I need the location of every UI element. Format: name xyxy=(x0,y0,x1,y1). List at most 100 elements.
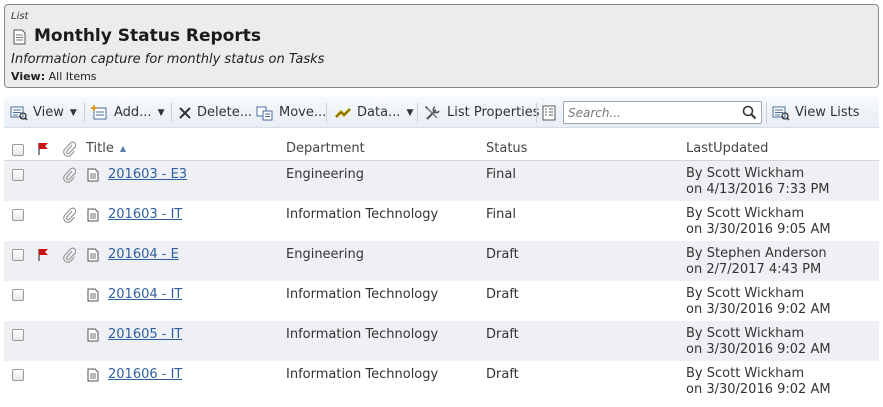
item-updated-on: on 3/30/2016 9:02 AM xyxy=(686,342,831,357)
table-row[interactable]: 201603 - E3 Engineering Final By Scott Wick… xyxy=(4,161,879,201)
item-status: Draft xyxy=(486,327,519,342)
table-row[interactable]: 201604 - E Engineering Draft By Stephen And… xyxy=(4,241,879,281)
column-header-last-updated[interactable]: LastUpdated xyxy=(686,141,768,156)
flag-icon[interactable] xyxy=(37,248,49,266)
column-header-title-label: Title xyxy=(86,141,114,156)
data-button[interactable]: Data... ▼ xyxy=(334,97,413,128)
current-view: View: All Items xyxy=(11,70,97,83)
item-updated-on: on 3/30/2016 9:02 AM xyxy=(686,382,831,397)
item-title-link[interactable]: 201603 - IT xyxy=(108,207,182,222)
toolbar-divider xyxy=(84,103,85,123)
view-value: All Items xyxy=(48,70,97,83)
item-status: Final xyxy=(486,167,516,182)
move-icon xyxy=(256,105,274,121)
document-icon xyxy=(87,328,99,346)
attachment-icon[interactable] xyxy=(62,247,77,267)
table-row[interactable]: 201606 - IT Information Technology Draft By… xyxy=(4,361,879,401)
flag-column-icon xyxy=(37,142,49,160)
item-status: Final xyxy=(486,207,516,222)
list-header: List Monthly Status Reports Information … xyxy=(4,4,879,88)
toolbar-divider xyxy=(417,103,418,123)
filter-list-button[interactable] xyxy=(541,97,557,128)
list-properties-label: List Properties xyxy=(447,105,540,120)
view-button-label: View xyxy=(33,105,64,120)
add-button-label: Add... xyxy=(114,105,152,120)
item-updated-on: on 3/30/2016 9:02 AM xyxy=(686,302,831,317)
item-updated-by: By Scott Wickham xyxy=(686,206,805,221)
data-button-label: Data... xyxy=(357,105,401,120)
add-button[interactable]: Add... ▼ xyxy=(91,97,165,128)
move-button[interactable]: Move... xyxy=(256,97,326,128)
item-last-updated: By Stephen Anderson on 2/7/2017 4:43 PM xyxy=(686,246,827,278)
document-icon xyxy=(87,288,99,306)
document-icon xyxy=(87,168,99,186)
delete-button-label: Delete... xyxy=(197,105,253,120)
add-icon xyxy=(91,104,109,121)
toolbar-divider xyxy=(171,103,172,123)
table-row[interactable]: 201605 - IT Information Technology Draft By… xyxy=(4,321,879,361)
view-lists-label: View Lists xyxy=(795,105,860,120)
row-checkbox[interactable] xyxy=(12,289,24,301)
item-updated-on: on 2/7/2017 4:43 PM xyxy=(686,262,822,277)
item-department: Information Technology xyxy=(286,287,439,302)
page-title: Monthly Status Reports xyxy=(34,26,261,46)
column-header-department[interactable]: Department xyxy=(286,141,365,156)
item-title-link[interactable]: 201605 - IT xyxy=(108,327,182,342)
table-body: 201603 - E3 Engineering Final By Scott Wick… xyxy=(4,161,879,401)
item-status: Draft xyxy=(486,287,519,302)
item-status: Draft xyxy=(486,367,519,382)
row-checkbox[interactable] xyxy=(12,369,24,381)
row-checkbox[interactable] xyxy=(12,169,24,181)
search-icon[interactable] xyxy=(742,105,757,124)
item-title-link[interactable]: 201604 - E xyxy=(108,247,179,262)
item-department: Information Technology xyxy=(286,367,439,382)
item-status: Draft xyxy=(486,247,519,262)
item-updated-by: By Scott Wickham xyxy=(686,326,805,341)
item-department: Engineering xyxy=(286,247,364,262)
list-description: Information capture for monthly status o… xyxy=(11,52,325,67)
item-title-link[interactable]: 201606 - IT xyxy=(108,367,182,382)
item-title-link[interactable]: 201603 - E3 xyxy=(108,167,187,182)
item-updated-by: By Scott Wickham xyxy=(686,366,805,381)
data-icon xyxy=(334,105,352,121)
toolbar-divider xyxy=(326,103,327,123)
toolbar-divider xyxy=(766,103,767,123)
item-last-updated: By Scott Wickham on 3/30/2016 9:02 AM xyxy=(686,366,831,398)
toolbar: View ▼ Add... ▼ Delete... Move... Data..… xyxy=(4,97,879,128)
attachment-column-icon xyxy=(62,141,77,161)
row-checkbox[interactable] xyxy=(12,209,24,221)
row-checkbox[interactable] xyxy=(12,329,24,341)
data-dropdown-icon: ▼ xyxy=(406,107,414,118)
delete-x-icon xyxy=(178,106,192,120)
list-properties-button[interactable]: List Properties xyxy=(424,97,540,128)
item-updated-by: By Stephen Anderson xyxy=(686,246,827,261)
view-button[interactable]: View ▼ xyxy=(10,97,77,128)
item-title-link[interactable]: 201604 - IT xyxy=(108,287,182,302)
attachment-icon[interactable] xyxy=(62,207,77,227)
table-row[interactable]: 201604 - IT Information Technology Draft By… xyxy=(4,281,879,321)
select-all-checkbox[interactable] xyxy=(12,144,24,156)
table-row[interactable]: 201603 - IT Information Technology Final By… xyxy=(4,201,879,241)
attachment-icon[interactable] xyxy=(62,167,77,187)
column-header-status[interactable]: Status xyxy=(486,141,527,156)
item-last-updated: By Scott Wickham on 3/30/2016 9:05 AM xyxy=(686,206,831,238)
item-department: Engineering xyxy=(286,167,364,182)
list-type-label: List xyxy=(11,11,29,22)
delete-button[interactable]: Delete... xyxy=(178,97,252,128)
column-header-title[interactable]: Title ▲ xyxy=(86,141,126,156)
items-table: Title ▲ Department Status LastUpdated 201… xyxy=(4,137,879,401)
toolbar-divider xyxy=(536,103,537,123)
item-updated-by: By Scott Wickham xyxy=(686,166,805,181)
view-lists-button[interactable]: View Lists xyxy=(772,97,859,128)
add-dropdown-icon: ▼ xyxy=(157,107,165,118)
sort-ascending-icon: ▲ xyxy=(119,144,127,153)
search-box[interactable] xyxy=(563,101,762,124)
move-button-label: Move... xyxy=(279,105,327,120)
tools-icon xyxy=(424,105,442,121)
search-input[interactable] xyxy=(568,104,738,121)
item-last-updated: By Scott Wickham on 4/13/2016 7:33 PM xyxy=(686,166,830,198)
row-checkbox[interactable] xyxy=(12,249,24,261)
document-icon xyxy=(87,248,99,266)
document-icon xyxy=(87,368,99,386)
document-icon xyxy=(87,208,99,226)
